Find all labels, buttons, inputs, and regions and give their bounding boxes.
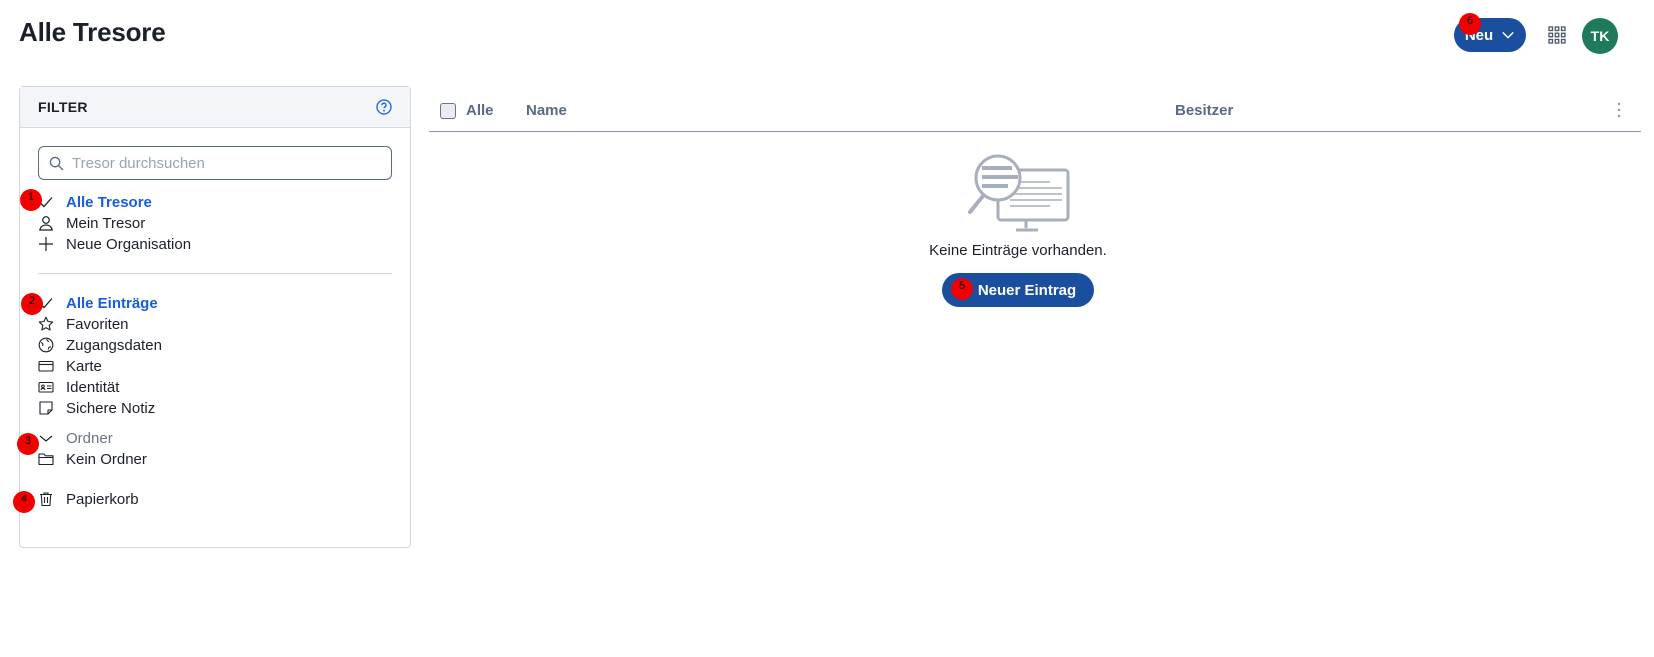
apps-grid-icon[interactable] — [1548, 26, 1566, 44]
annotation-badge: 5 — [951, 278, 973, 300]
trash-icon — [38, 491, 54, 507]
sidebar-item-no-folder[interactable]: Kein Ordner — [38, 449, 147, 469]
avatar[interactable]: TK — [1582, 18, 1618, 54]
chevron-down-icon — [38, 430, 54, 446]
sidebar-item-label: Papierkorb — [66, 490, 139, 508]
sidebar-item-new-organization[interactable]: Neue Organisation — [38, 234, 191, 254]
user-icon — [38, 215, 54, 231]
column-header-name[interactable]: Name — [526, 102, 567, 119]
search-field[interactable] — [38, 146, 392, 180]
new-entry-button-label: Neuer Eintrag — [977, 281, 1077, 299]
divider — [38, 273, 392, 274]
sidebar-item-identities[interactable]: Identität — [38, 377, 119, 397]
filter-title: FILTER — [38, 99, 88, 115]
table-header: Alle Name Besitzer — [429, 90, 1641, 132]
sidebar-item-cards[interactable]: Karte — [38, 356, 102, 376]
help-icon[interactable] — [376, 99, 392, 115]
filter-header: FILTER — [20, 87, 410, 128]
sidebar-item-label: Sichere Notiz — [66, 399, 156, 417]
sidebar-item-label: Neue Organisation — [66, 235, 192, 253]
sidebar-item-label: Ordner — [66, 429, 113, 447]
sidebar-item-all-vaults[interactable]: Alle Tresore — [38, 192, 152, 212]
credit-card-icon — [38, 358, 54, 374]
sticky-note-icon — [38, 400, 54, 416]
annotation-badge: 6 — [1459, 13, 1481, 35]
search-input[interactable] — [72, 154, 372, 172]
sidebar-item-my-vault[interactable]: Mein Tresor — [38, 213, 145, 233]
sidebar-item-favorites[interactable]: Favoriten — [38, 314, 129, 334]
globe-icon — [38, 337, 54, 353]
filter-panel: FILTER Alle Tresore Mein Tresor Neue Org… — [19, 86, 411, 548]
sidebar-item-label: Zugangsdaten — [66, 336, 162, 354]
star-icon — [38, 316, 54, 332]
page-title: Alle Tresore — [19, 17, 166, 47]
sidebar-item-label: Alle Einträge — [66, 294, 158, 312]
sidebar-item-logins[interactable]: Zugangsdaten — [38, 335, 162, 355]
annotation-badge: 2 — [21, 293, 43, 315]
sidebar-item-label: Favoriten — [66, 315, 129, 333]
empty-state-message: Keine Einträge vorhanden. — [929, 242, 1107, 259]
plus-icon — [38, 236, 54, 252]
more-options-icon[interactable] — [1617, 102, 1621, 118]
annotation-badge: 1 — [20, 189, 42, 211]
sidebar-item-label: Identität — [66, 378, 120, 396]
sidebar-item-label: Karte — [66, 357, 102, 375]
sidebar-item-folders[interactable]: Ordner — [38, 428, 113, 448]
id-card-icon — [38, 379, 54, 395]
annotation-badge: 3 — [17, 433, 39, 455]
folder-icon — [38, 451, 54, 467]
sidebar-item-trash[interactable]: Papierkorb — [38, 489, 139, 509]
select-all-label: Alle — [466, 102, 494, 119]
empty-state: Keine Einträge vorhanden. Neuer Eintrag — [900, 150, 1136, 307]
annotation-badge: 4 — [13, 491, 35, 513]
column-header-owner[interactable]: Besitzer — [1175, 102, 1233, 119]
select-all-checkbox[interactable] — [440, 102, 456, 119]
sidebar-item-all-items[interactable]: Alle Einträge — [38, 293, 158, 313]
sidebar-item-label: Kein Ordner — [66, 450, 147, 468]
chevron-down-icon — [1502, 31, 1514, 39]
header-actions: Neu TK — [1454, 18, 1654, 54]
sidebar-item-label: Alle Tresore — [66, 193, 152, 211]
search-illustration-icon — [968, 154, 1070, 232]
sidebar-item-secure-notes[interactable]: Sichere Notiz — [38, 398, 155, 418]
sidebar-item-label: Mein Tresor — [66, 214, 146, 232]
search-icon — [49, 156, 64, 170]
